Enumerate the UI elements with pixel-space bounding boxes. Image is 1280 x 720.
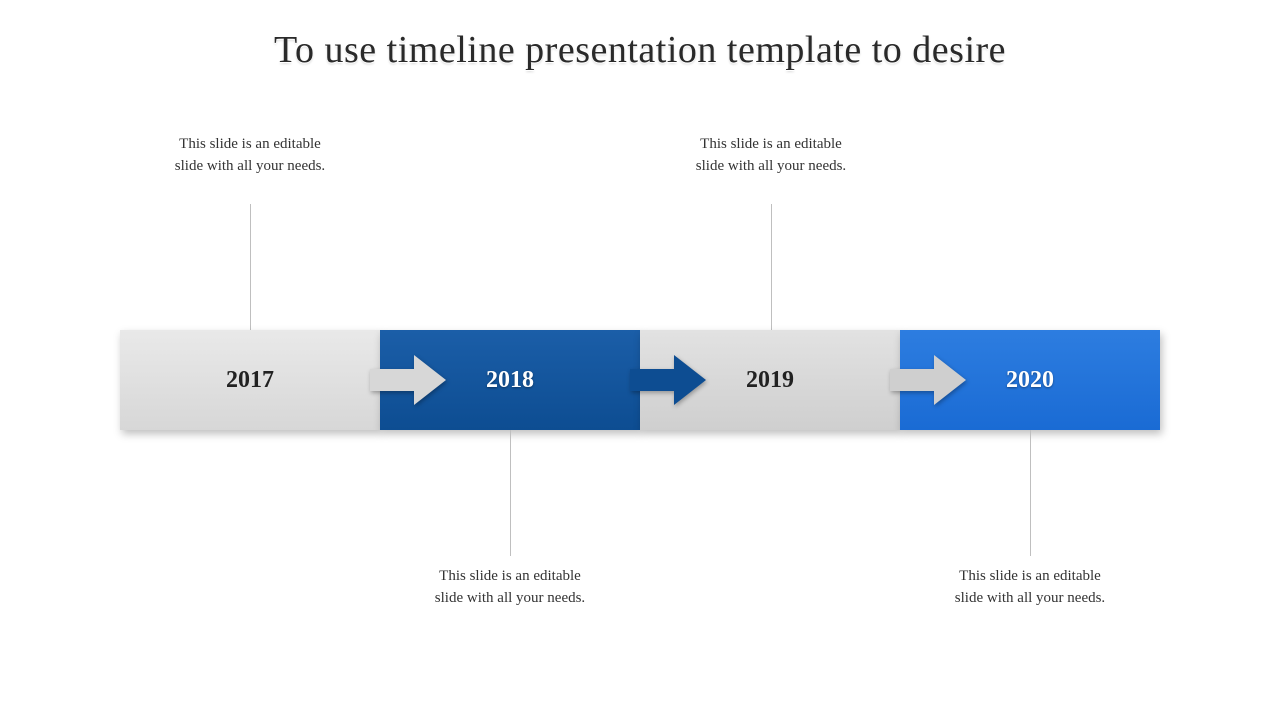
timeline-caption-2020: This slide is an editable slide with all… [945,566,1115,610]
timeline-caption-2018: This slide is an editable slide with all… [425,566,595,610]
year-label: 2020 [1006,367,1054,394]
timeline-block-2019: 2019 [640,330,900,430]
year-label: 2017 [226,367,274,394]
timeline-block-2018: 2018 [380,330,640,430]
connector-line [250,204,251,330]
connector-line [771,204,772,330]
timeline-row: 2017 2018 2019 2020 [120,330,1160,430]
timeline-block-2017: 2017 [120,330,380,430]
year-label: 2018 [486,367,534,394]
timeline-caption-2019: This slide is an editable slide with all… [686,134,856,178]
timeline-block-2020: 2020 [900,330,1160,430]
arrow-icon [630,355,710,405]
connector-line [510,430,511,556]
timeline-caption-2017: This slide is an editable slide with all… [165,134,335,178]
year-label: 2019 [746,367,794,394]
arrow-icon [370,355,450,405]
arrow-icon [890,355,970,405]
connector-line [1030,430,1031,556]
page-title: To use timeline presentation template to… [0,28,1280,72]
